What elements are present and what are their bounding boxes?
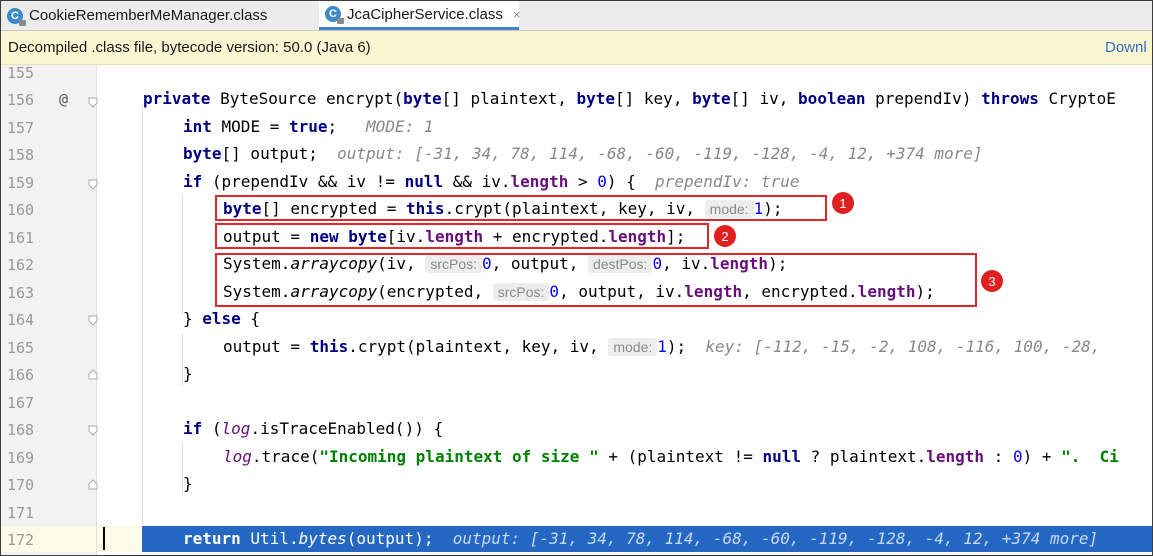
code-line-170: } bbox=[183, 474, 193, 493]
code-line-158: byte[] output; output: [-31, 34, 78, 114… bbox=[183, 144, 983, 163]
code-line-159: if (prependIv && iv != null && iv.length… bbox=[183, 172, 800, 191]
annotation-badge-3: 3 bbox=[981, 270, 1003, 292]
line-number: 162 bbox=[7, 256, 35, 274]
line-number: 155 bbox=[7, 65, 35, 82]
fold-close-icon[interactable] bbox=[88, 369, 98, 380]
code-line-164: } else { bbox=[183, 309, 261, 328]
indent-guide bbox=[182, 195, 183, 315]
download-sources-link[interactable]: Downl bbox=[1105, 39, 1147, 56]
line-number: 157 bbox=[7, 119, 35, 137]
line-number: 169 bbox=[7, 449, 35, 467]
line-number: 156 bbox=[7, 91, 35, 109]
tab-cookie-remember-me-manager[interactable]: C CookieRememberMeManager.class bbox=[1, 1, 317, 30]
code-line-165: output = this.crypt(plaintext, key, iv, … bbox=[223, 337, 1101, 356]
fold-open-icon[interactable] bbox=[88, 425, 98, 436]
tab-jca-cipher-service[interactable]: C JcaCipherService.class × bbox=[319, 1, 521, 30]
parameter-hint: mode: bbox=[608, 338, 658, 356]
tab-label: JcaCipherService.class bbox=[347, 5, 503, 23]
line-number: 165 bbox=[7, 339, 35, 357]
close-icon[interactable]: × bbox=[513, 7, 521, 22]
fold-open-icon[interactable] bbox=[88, 179, 98, 190]
fold-open-icon[interactable] bbox=[88, 315, 98, 326]
fold-open-icon[interactable] bbox=[88, 97, 98, 108]
code-line-166: } bbox=[183, 364, 193, 383]
annotation-badge-1: 1 bbox=[832, 192, 854, 214]
code-line-156: private ByteSource encrypt(byte[] plaint… bbox=[143, 89, 1116, 108]
line-number: 172 bbox=[7, 531, 35, 549]
code-line-168: if (log.isTraceEnabled()) { bbox=[183, 419, 444, 438]
code-editor[interactable]: 155 156 157 158 159 160 161 162 163 164 … bbox=[1, 65, 1152, 555]
tab-label: CookieRememberMeManager.class bbox=[29, 7, 268, 24]
line-number: 161 bbox=[7, 229, 35, 247]
line-number: 166 bbox=[7, 366, 35, 384]
inline-debug-value: prependIv: true bbox=[655, 172, 800, 191]
line-number: 171 bbox=[7, 504, 35, 522]
line-number: 159 bbox=[7, 174, 35, 192]
inline-debug-value: output: [-31, 34, 78, 114, -68, -60, -11… bbox=[452, 529, 1099, 548]
line-number: 168 bbox=[7, 421, 35, 439]
highlight-box-1 bbox=[215, 195, 827, 221]
text-caret bbox=[103, 527, 105, 550]
inline-debug-value: output: [-31, 34, 78, 114, -68, -60, -11… bbox=[337, 144, 983, 163]
line-number: 164 bbox=[7, 311, 35, 329]
override-annotation-icon[interactable]: @ bbox=[59, 90, 68, 108]
line-number: 170 bbox=[7, 476, 35, 494]
fold-close-icon[interactable] bbox=[88, 479, 98, 490]
line-number: 167 bbox=[7, 394, 35, 412]
lock-icon bbox=[19, 19, 26, 26]
ide-window: C CookieRememberMeManager.class C JcaCip… bbox=[0, 0, 1153, 556]
code-line-157: int MODE = true; MODE: 1 bbox=[183, 117, 434, 136]
inline-debug-value: MODE: 1 bbox=[366, 117, 434, 136]
editor-tab-bar: C CookieRememberMeManager.class C JcaCip… bbox=[1, 1, 1152, 31]
decompiled-notice-bar: Decompiled .class file, bytecode version… bbox=[1, 31, 1152, 65]
line-number: 163 bbox=[7, 284, 35, 302]
highlight-box-3 bbox=[215, 253, 977, 307]
line-number: 160 bbox=[7, 201, 35, 219]
indent-guide bbox=[142, 105, 143, 525]
notice-message: Decompiled .class file, bytecode version… bbox=[8, 39, 371, 56]
line-number: 158 bbox=[7, 146, 35, 164]
class-icon: C bbox=[7, 7, 26, 26]
lock-icon bbox=[337, 18, 344, 24]
code-line-169: log.trace("Incoming plaintext of size " … bbox=[223, 447, 1119, 466]
annotation-badge-2: 2 bbox=[714, 225, 736, 247]
class-icon: C bbox=[325, 6, 344, 24]
inline-debug-value: key: [-112, -15, -2, 108, -116, 100, -28… bbox=[705, 337, 1101, 356]
highlight-box-2 bbox=[215, 223, 709, 249]
code-line-172: return Util.bytes(output); output: [-31,… bbox=[183, 529, 1099, 548]
